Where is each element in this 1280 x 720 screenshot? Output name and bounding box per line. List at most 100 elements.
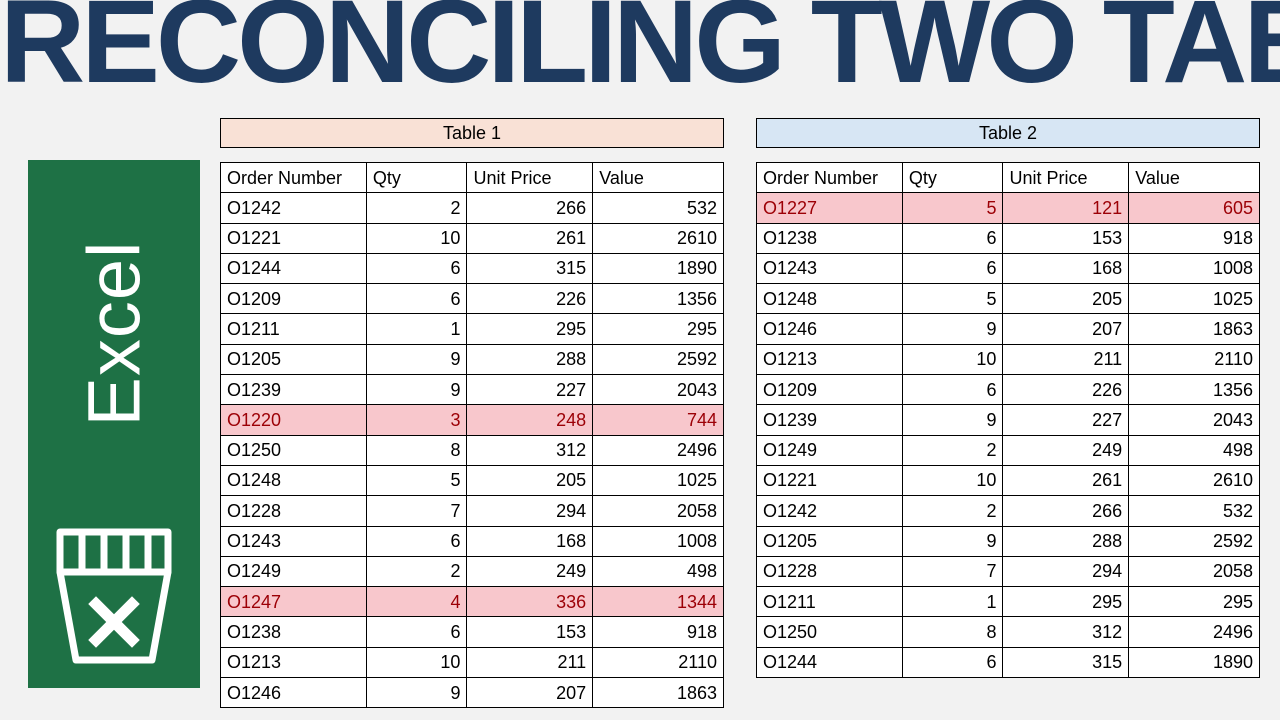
table-row[interactable]: O1213102112110 bbox=[757, 344, 1260, 374]
cell-price[interactable]: 227 bbox=[467, 375, 593, 405]
cell-order[interactable]: O1239 bbox=[221, 375, 367, 405]
cell-qty[interactable]: 7 bbox=[902, 556, 1003, 586]
table-row[interactable]: O124361681008 bbox=[757, 253, 1260, 283]
cell-price[interactable]: 153 bbox=[1003, 223, 1129, 253]
cell-qty[interactable]: 2 bbox=[366, 556, 467, 586]
cell-value[interactable]: 1025 bbox=[593, 465, 724, 495]
column-header[interactable]: Unit Price bbox=[1003, 163, 1129, 193]
table-row[interactable]: O124743361344 bbox=[221, 587, 724, 617]
table-row[interactable]: O12422266532 bbox=[757, 496, 1260, 526]
cell-value[interactable]: 2610 bbox=[1129, 465, 1260, 495]
table-row[interactable]: O124361681008 bbox=[221, 526, 724, 556]
cell-order[interactable]: O1211 bbox=[757, 587, 903, 617]
cell-order[interactable]: O1239 bbox=[757, 405, 903, 435]
table-row[interactable]: O12422266532 bbox=[221, 193, 724, 223]
data-table[interactable]: Order NumberQtyUnit PriceValueO124222665… bbox=[220, 162, 724, 708]
table-row[interactable]: O12492249498 bbox=[757, 435, 1260, 465]
cell-qty[interactable]: 2 bbox=[366, 193, 467, 223]
cell-qty[interactable]: 9 bbox=[902, 405, 1003, 435]
table-row[interactable]: O12386153918 bbox=[757, 223, 1260, 253]
cell-qty[interactable]: 6 bbox=[902, 375, 1003, 405]
cell-price[interactable]: 315 bbox=[467, 253, 593, 283]
cell-value[interactable]: 1356 bbox=[1129, 375, 1260, 405]
cell-price[interactable]: 248 bbox=[467, 405, 593, 435]
cell-price[interactable]: 121 bbox=[1003, 193, 1129, 223]
cell-qty[interactable]: 10 bbox=[902, 344, 1003, 374]
cell-price[interactable]: 336 bbox=[467, 587, 593, 617]
cell-value[interactable]: 2496 bbox=[1129, 617, 1260, 647]
cell-order[interactable]: O1205 bbox=[221, 344, 367, 374]
cell-qty[interactable]: 5 bbox=[366, 465, 467, 495]
table-row[interactable]: O12111295295 bbox=[757, 587, 1260, 617]
cell-qty[interactable]: 8 bbox=[902, 617, 1003, 647]
cell-order[interactable]: O1213 bbox=[757, 344, 903, 374]
table-row[interactable]: O120962261356 bbox=[221, 284, 724, 314]
table-row[interactable]: O12492249498 bbox=[221, 556, 724, 586]
cell-qty[interactable]: 9 bbox=[366, 375, 467, 405]
cell-value[interactable]: 295 bbox=[593, 314, 724, 344]
cell-value[interactable]: 918 bbox=[1129, 223, 1260, 253]
cell-value[interactable]: 605 bbox=[1129, 193, 1260, 223]
cell-order[interactable]: O1250 bbox=[221, 435, 367, 465]
cell-price[interactable]: 227 bbox=[1003, 405, 1129, 435]
cell-value[interactable]: 1890 bbox=[593, 253, 724, 283]
cell-qty[interactable]: 6 bbox=[902, 647, 1003, 677]
cell-order[interactable]: O1250 bbox=[757, 617, 903, 647]
cell-value[interactable]: 1008 bbox=[1129, 253, 1260, 283]
cell-value[interactable]: 1356 bbox=[593, 284, 724, 314]
cell-value[interactable]: 2496 bbox=[593, 435, 724, 465]
cell-value[interactable]: 2058 bbox=[1129, 556, 1260, 586]
cell-price[interactable]: 288 bbox=[467, 344, 593, 374]
column-header[interactable]: Qty bbox=[366, 163, 467, 193]
cell-qty[interactable]: 2 bbox=[902, 435, 1003, 465]
cell-price[interactable]: 205 bbox=[467, 465, 593, 495]
cell-qty[interactable]: 10 bbox=[366, 223, 467, 253]
cell-order[interactable]: O1213 bbox=[221, 647, 367, 677]
cell-value[interactable]: 2043 bbox=[1129, 405, 1260, 435]
table-row[interactable]: O120592882592 bbox=[757, 526, 1260, 556]
cell-value[interactable]: 2110 bbox=[1129, 344, 1260, 374]
cell-value[interactable]: 498 bbox=[593, 556, 724, 586]
column-header[interactable]: Order Number bbox=[757, 163, 903, 193]
cell-qty[interactable]: 6 bbox=[366, 284, 467, 314]
cell-order[interactable]: O1221 bbox=[757, 465, 903, 495]
table-row[interactable]: O12111295295 bbox=[221, 314, 724, 344]
cell-order[interactable]: O1238 bbox=[221, 617, 367, 647]
table-row[interactable]: O120592882592 bbox=[221, 344, 724, 374]
cell-order[interactable]: O1238 bbox=[757, 223, 903, 253]
table-row[interactable]: O120962261356 bbox=[757, 375, 1260, 405]
column-header[interactable]: Value bbox=[593, 163, 724, 193]
cell-price[interactable]: 261 bbox=[467, 223, 593, 253]
cell-price[interactable]: 294 bbox=[1003, 556, 1129, 586]
cell-price[interactable]: 226 bbox=[467, 284, 593, 314]
cell-value[interactable]: 2610 bbox=[593, 223, 724, 253]
cell-value[interactable]: 918 bbox=[593, 617, 724, 647]
cell-order[interactable]: O1244 bbox=[757, 647, 903, 677]
cell-qty[interactable]: 9 bbox=[366, 344, 467, 374]
cell-qty[interactable]: 6 bbox=[902, 253, 1003, 283]
cell-price[interactable]: 266 bbox=[467, 193, 593, 223]
cell-price[interactable]: 315 bbox=[1003, 647, 1129, 677]
table-row[interactable]: O1221102612610 bbox=[757, 465, 1260, 495]
cell-price[interactable]: 312 bbox=[467, 435, 593, 465]
cell-price[interactable]: 295 bbox=[467, 314, 593, 344]
cell-value[interactable]: 532 bbox=[593, 193, 724, 223]
cell-order[interactable]: O1242 bbox=[757, 496, 903, 526]
cell-value[interactable]: 1008 bbox=[593, 526, 724, 556]
cell-value[interactable]: 1863 bbox=[593, 678, 724, 708]
table-row[interactable]: O1221102612610 bbox=[221, 223, 724, 253]
cell-value[interactable]: 1344 bbox=[593, 587, 724, 617]
cell-order[interactable]: O1220 bbox=[221, 405, 367, 435]
cell-qty[interactable]: 6 bbox=[902, 223, 1003, 253]
cell-qty[interactable]: 9 bbox=[366, 678, 467, 708]
table-row[interactable]: O123992272043 bbox=[757, 405, 1260, 435]
cell-qty[interactable]: 9 bbox=[902, 526, 1003, 556]
cell-qty[interactable]: 1 bbox=[902, 587, 1003, 617]
table-row[interactable]: O122872942058 bbox=[221, 496, 724, 526]
cell-value[interactable]: 498 bbox=[1129, 435, 1260, 465]
cell-value[interactable]: 532 bbox=[1129, 496, 1260, 526]
cell-qty[interactable]: 10 bbox=[902, 465, 1003, 495]
cell-value[interactable]: 2058 bbox=[593, 496, 724, 526]
cell-value[interactable]: 2110 bbox=[593, 647, 724, 677]
cell-qty[interactable]: 6 bbox=[366, 526, 467, 556]
